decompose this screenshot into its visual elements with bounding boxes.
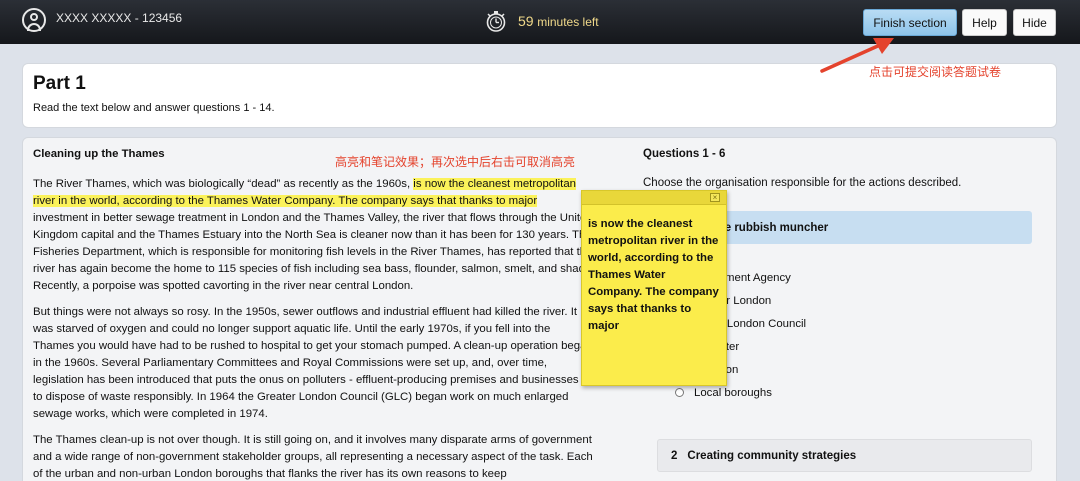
timer-minutes: 59 — [518, 13, 534, 29]
arrow-icon — [820, 38, 894, 73]
question-text: Creating community strategies — [687, 449, 857, 462]
p1-text-before: The River Thames, which was biologically… — [33, 178, 414, 190]
close-icon[interactable]: × — [710, 193, 720, 202]
question-2[interactable]: 2 Creating community strategies — [657, 439, 1032, 472]
questions-panel: Questions 1 - 6 Choose the organisation … — [643, 148, 1043, 472]
questions-heading: Questions 1 - 6 — [643, 148, 726, 160]
stopwatch-icon — [484, 9, 508, 33]
candidate-id: XXXX XXXXX - 123456 — [56, 11, 183, 25]
passage-paragraph-3[interactable]: The Thames clean-up is not over though. … — [33, 432, 593, 481]
timer-text: 59 minutes left — [518, 13, 599, 29]
sticky-note[interactable]: × is now the cleanest metropolitan river… — [581, 190, 727, 386]
finish-section-button[interactable]: Finish section — [863, 9, 957, 36]
top-bar: XXXX XXXXX - 123456 59 minutes left Fini… — [0, 0, 1080, 44]
part-instructions: Read the text below and answer questions… — [33, 102, 275, 114]
question-number: 2 — [671, 449, 678, 462]
radio-button[interactable] — [675, 388, 684, 397]
help-button[interactable]: Help — [962, 9, 1007, 36]
note-text[interactable]: is now the cleanest metropolitan river i… — [582, 205, 726, 335]
reading-passage: Cleaning up the Thames The River Thames,… — [33, 146, 593, 481]
passage-paragraph-1[interactable]: The River Thames, which was biologically… — [33, 176, 593, 295]
timer: 59 minutes left — [484, 9, 599, 33]
main-panel: Cleaning up the Thames The River Thames,… — [22, 137, 1057, 481]
passage-paragraph-2[interactable]: But things were not always so rosy. In t… — [33, 304, 593, 423]
questions-instructions: Choose the organisation responsible for … — [643, 177, 962, 189]
p1-text-after: investment in better sewage treatment in… — [33, 212, 593, 292]
hide-button[interactable]: Hide — [1013, 9, 1056, 36]
option-label: Local boroughs — [694, 386, 772, 399]
annotation-highlight: 高亮和笔记效果；再次选中后右击可取消高亮 — [335, 155, 576, 169]
part-title: Part 1 — [33, 73, 86, 94]
timer-label: minutes left — [537, 15, 599, 29]
note-title-bar[interactable]: × — [582, 191, 726, 205]
user-icon — [22, 8, 46, 32]
